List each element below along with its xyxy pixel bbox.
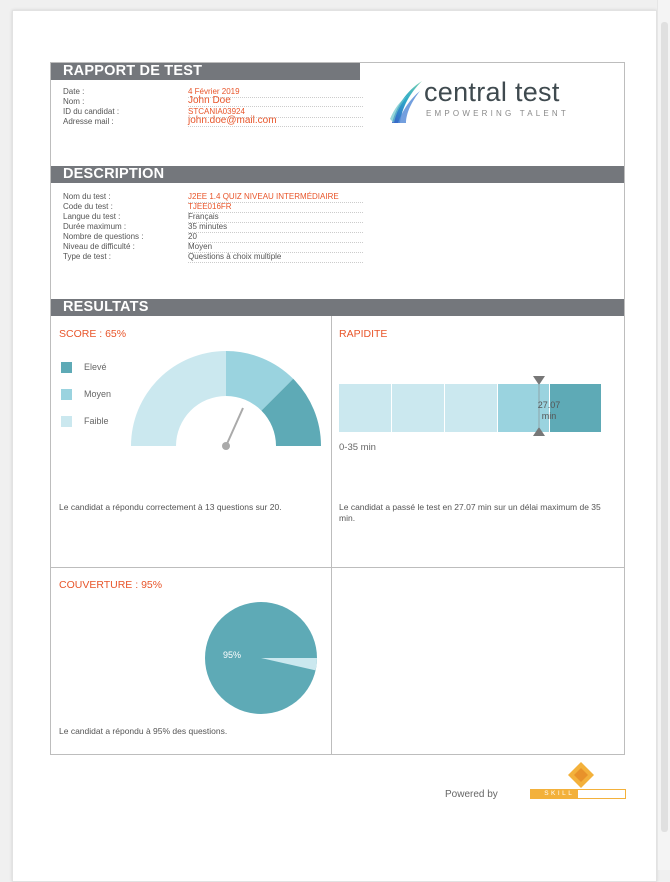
coverage-title: COUVERTURE : 95%: [59, 579, 163, 591]
speed-segment-2: [392, 384, 444, 432]
email-value: john.doe@mail.com: [188, 116, 363, 127]
legend-high-swatch: [61, 362, 72, 374]
email-label: Adresse mail :: [63, 117, 114, 126]
results-grid: SCORE : 65% Elevé Moyen Faible Le candid…: [51, 316, 624, 754]
test-type-label: Type de test :: [63, 252, 112, 261]
grid-divider-vertical: [331, 316, 332, 754]
speed-marker-top: [533, 376, 545, 385]
score-gauge: [131, 351, 321, 450]
speed-bar: [339, 376, 601, 436]
description-header: DESCRIPTION: [51, 166, 624, 183]
speed-marker-value: 27.07: [537, 400, 561, 410]
powered-by-label: Powered by: [445, 789, 498, 800]
date-label: Date :: [63, 87, 85, 96]
grid-divider-horizontal: [51, 567, 624, 568]
skill-value-logo-icon: [568, 762, 594, 788]
results-header: RESULTATS: [51, 299, 624, 316]
test-language-label: Langue du test :: [63, 212, 121, 221]
scrollbar[interactable]: [657, 0, 670, 870]
speed-marker-label: 27.07 min: [534, 400, 564, 422]
legend-low-label: Faible: [84, 416, 109, 426]
test-name-label: Nom du test :: [63, 192, 111, 201]
coverage-pie: [205, 602, 317, 714]
report-header: RAPPORT DE TEST: [51, 63, 360, 80]
test-report: RAPPORT DE TEST Date :4 Février 2019 Nom…: [50, 62, 625, 755]
logo-name: central test: [424, 77, 560, 107]
coverage-pie-label: 95%: [223, 650, 242, 660]
speed-title: RAPIDITE: [339, 328, 388, 340]
legend-high-label: Elevé: [84, 362, 107, 372]
legend-medium-swatch: [61, 389, 72, 401]
candidate-id-label: ID du candidat :: [63, 107, 120, 116]
legend-medium-label: Moyen: [84, 389, 112, 399]
difficulty-label: Niveau de difficulté :: [63, 242, 135, 251]
name-label: Nom :: [63, 97, 85, 106]
test-type-value: Questions à choix multiple: [188, 252, 363, 263]
speed-range-label: 0-35 min: [339, 442, 376, 453]
gauge-band-low: [131, 351, 226, 446]
speed-segment-3: [445, 384, 497, 432]
central-test-logo-icon: [390, 81, 422, 123]
max-duration-label: Durée maximum :: [63, 222, 127, 231]
gauge-needle: [225, 407, 244, 447]
gauge-hub: [222, 442, 230, 450]
question-count-label: Nombre de questions :: [63, 232, 144, 241]
legend-high: Elevé: [61, 362, 107, 374]
speed-segment-1: [339, 384, 391, 432]
legend-low-swatch: [61, 416, 72, 428]
legend-medium: Moyen: [61, 389, 112, 401]
skill-value-brand: SKILL VALUE: [530, 789, 626, 799]
speed-note: Le candidat a passé le test en 27.07 min…: [339, 502, 601, 523]
name-value: John Doe: [188, 96, 363, 107]
test-code-label: Code du test :: [63, 202, 113, 211]
coverage-note: Le candidat a répondu à 95% des question…: [59, 726, 228, 736]
score-title: SCORE : 65%: [59, 328, 127, 340]
score-note: Le candidat a répondu correctement à 13 …: [59, 502, 282, 512]
speed-marker-unit: min: [541, 411, 557, 421]
logo-tagline: EMPOWERING TALENT: [426, 109, 570, 118]
scrollbar-thumb[interactable]: [661, 22, 668, 832]
legend-low: Faible: [61, 416, 109, 428]
